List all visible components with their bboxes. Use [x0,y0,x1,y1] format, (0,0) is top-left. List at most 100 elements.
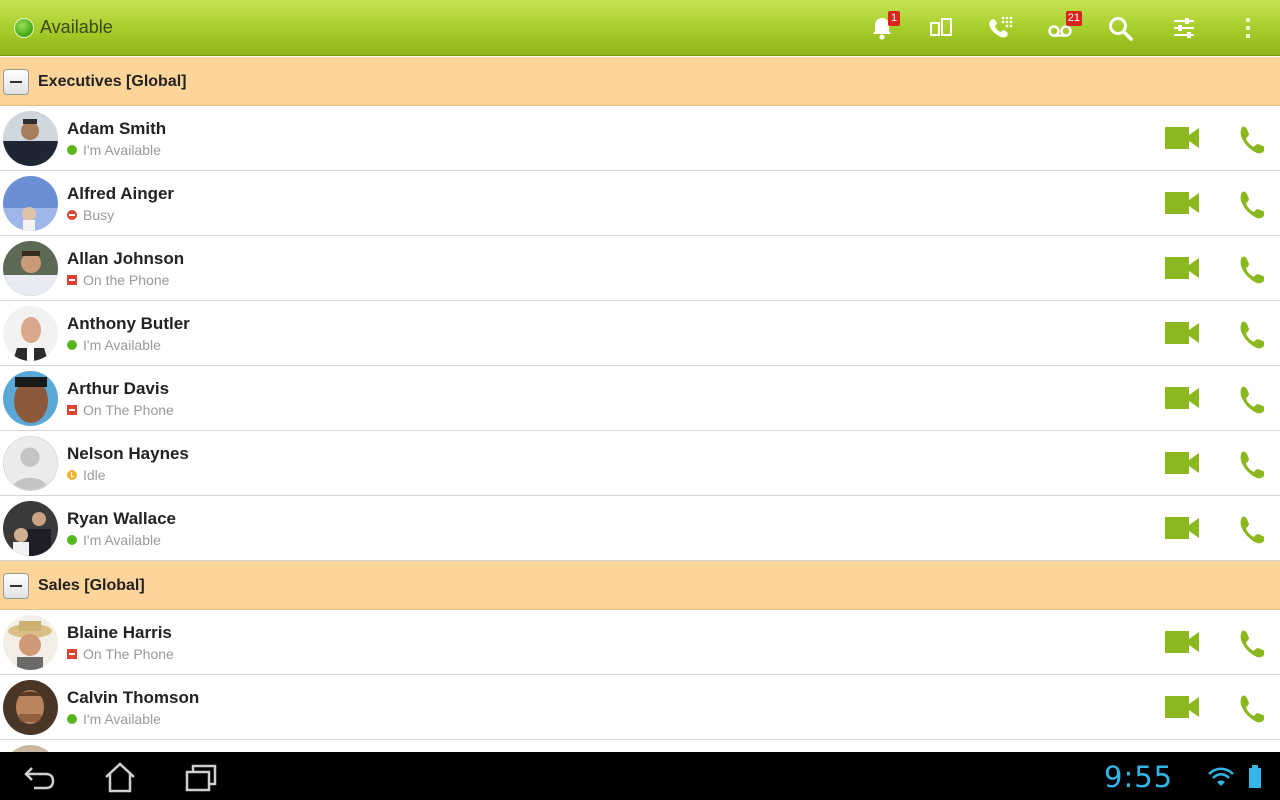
contact-list[interactable]: Executives [Global] Adam Smith I'm Avail… [0,57,1280,752]
contact-name: Arthur Davis [67,379,170,398]
phone-call-icon[interactable] [1236,384,1264,414]
phone-call-icon[interactable] [1236,449,1264,479]
avatar [3,371,58,426]
presence-text: I'm Available [83,337,161,353]
phone-call-icon[interactable] [1236,254,1264,284]
contact-row[interactable]: Nelson Haynes Idle [0,431,1280,496]
contact-name: Adam Smith [67,119,167,138]
group-title: Executives [Global] [38,73,187,90]
video-call-icon[interactable] [1163,628,1201,656]
phone-call-icon[interactable] [1236,189,1264,219]
settings-sliders-icon [1174,18,1194,38]
video-call-icon[interactable] [1163,319,1201,347]
contact-row-partial[interactable] [0,740,1280,752]
presence-text: On The Phone [83,402,174,418]
contact-presence: Busy [67,207,114,223]
video-call-icon[interactable] [1163,254,1201,282]
phone-call-icon[interactable] [1236,628,1264,658]
wifi-icon [1208,767,1234,786]
contact-row[interactable]: Arthur Davis On The Phone [0,366,1280,431]
devices-icon [930,18,952,36]
contact-presence: I'm Available [67,142,161,158]
system-navigation-bar: 9:55 [0,752,1280,800]
phone-call-icon[interactable] [1236,124,1264,154]
avatar [3,501,58,556]
recent-apps-icon[interactable] [181,760,221,794]
contact-presence: On the Phone [67,272,169,288]
contact-row[interactable]: Allan Johnson On the Phone [0,236,1280,301]
avatar [3,680,58,735]
on-phone-icon [67,275,77,285]
contact-name: Calvin Thomson [67,688,200,707]
contact-presence: I'm Available [67,337,161,353]
search-icon [1109,17,1133,41]
collapse-group-button[interactable] [3,69,29,95]
voicemail-badge: 21 [1065,11,1082,26]
presence-status-dot[interactable] [14,18,34,38]
contact-row[interactable]: Calvin Thomson I'm Available [0,675,1280,740]
available-icon [67,714,77,724]
system-clock: 9:55 [1104,760,1174,794]
contact-row[interactable]: Ryan Wallace I'm Available [0,496,1280,561]
collapse-group-button[interactable] [3,573,29,599]
available-icon [67,535,77,545]
avatar [3,111,58,166]
presence-text: Busy [83,207,115,223]
search-button[interactable] [1104,12,1136,44]
contact-name: Blaine Harris [67,623,172,642]
devices-button[interactable] [925,12,957,44]
on-phone-icon [67,405,77,415]
avatar [3,306,58,361]
video-call-icon[interactable] [1163,449,1201,477]
presence-text: Idle [83,467,106,483]
settings-button[interactable] [1168,12,1200,44]
back-icon[interactable] [20,760,60,794]
video-call-icon[interactable] [1163,189,1201,217]
presence-status-label[interactable]: Available [40,17,113,38]
presence-text: I'm Available [83,142,161,158]
dialpad-button[interactable] [984,12,1016,44]
home-icon[interactable] [100,760,140,794]
contact-name: Nelson Haynes [67,444,189,463]
contact-name: Anthony Butler [67,314,190,333]
avatar [3,176,58,231]
phone-call-icon[interactable] [1236,514,1264,544]
phone-call-icon[interactable] [1236,693,1264,723]
presence-text: I'm Available [83,711,161,727]
avatar [3,436,58,491]
overflow-menu-icon [1246,18,1250,38]
presence-text: I'm Available [83,532,161,548]
contact-presence: I'm Available [67,532,161,548]
video-call-icon[interactable] [1163,124,1201,152]
notifications-button[interactable]: 1 [866,11,900,44]
voicemail-button[interactable]: 21 [1044,11,1082,44]
avatar [3,745,58,752]
contact-presence: I'm Available [67,711,161,727]
contact-presence: On The Phone [67,402,174,418]
video-call-icon[interactable] [1163,514,1201,542]
presence-text: On The Phone [83,646,174,662]
group-header-sales[interactable]: Sales [Global] [0,561,1280,610]
group-header-executives[interactable]: Executives [Global] [0,57,1280,106]
video-call-icon[interactable] [1163,693,1201,721]
available-icon [67,145,77,155]
contact-row[interactable]: Anthony Butler I'm Available [0,301,1280,366]
top-action-bar: Available 1 21 [0,0,1280,56]
group-title: Sales [Global] [38,577,145,594]
contact-presence: Idle [67,467,106,483]
contact-row[interactable]: Adam Smith I'm Available [0,106,1280,171]
notifications-badge: 1 [888,11,900,26]
on-phone-icon [67,649,77,659]
battery-icon [1249,765,1261,788]
phone-call-icon[interactable] [1236,319,1264,349]
contact-presence: On The Phone [67,646,174,662]
video-call-icon[interactable] [1163,384,1201,412]
busy-icon [67,210,77,220]
overflow-menu-button[interactable] [1232,12,1264,44]
idle-icon [67,470,77,480]
presence-text: On the Phone [83,272,170,288]
contact-name: Allan Johnson [67,249,185,268]
contact-row[interactable]: Blaine Harris On The Phone [0,610,1280,675]
contact-row[interactable]: Alfred Ainger Busy [0,171,1280,236]
dialpad-icon [989,16,1013,38]
